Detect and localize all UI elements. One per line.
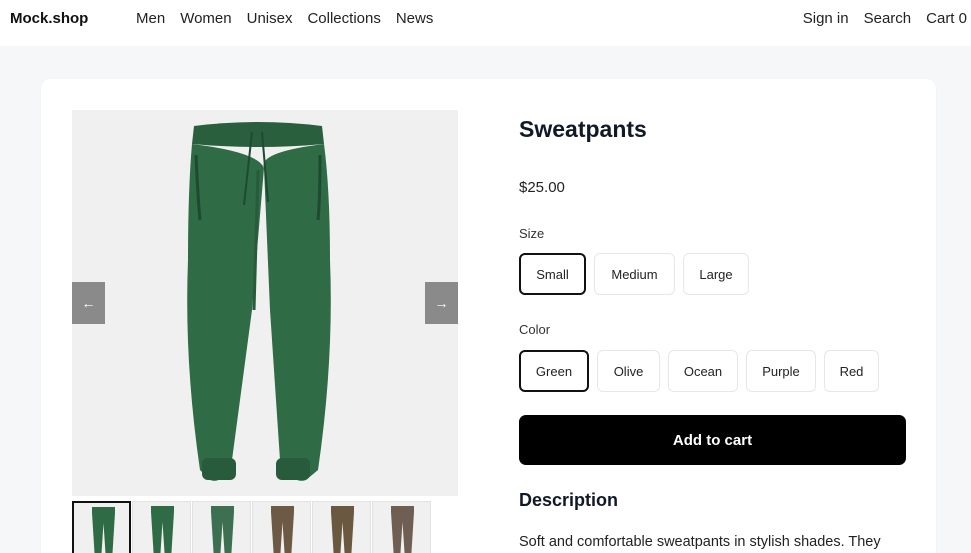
main-nav: Men Women Unisex Collections News <box>136 10 433 27</box>
thumbnail-4[interactable] <box>252 501 311 553</box>
product-image-gallery: ← → <box>72 110 458 496</box>
nav-link-news[interactable]: News <box>396 10 434 27</box>
thumbnail-2[interactable] <box>132 501 191 553</box>
thumbnail-1[interactable] <box>72 501 131 553</box>
thumbnail-pants-image <box>331 506 354 553</box>
nav-link-unisex[interactable]: Unisex <box>247 10 293 27</box>
size-options: Small Medium Large <box>519 253 749 295</box>
thumbnail-strip <box>72 501 431 553</box>
color-option-purple[interactable]: Purple <box>746 350 816 392</box>
nav-link-men[interactable]: Men <box>136 10 165 27</box>
nav-link-women[interactable]: Women <box>180 10 231 27</box>
nav-link-collections[interactable]: Collections <box>307 10 380 27</box>
cart-link[interactable]: Cart 0 <box>926 10 967 27</box>
color-option-olive[interactable]: Olive <box>597 350 660 392</box>
sign-in-link[interactable]: Sign in <box>803 10 849 27</box>
product-description: Soft and comfortable sweatpants in styli… <box>519 534 881 550</box>
add-to-cart-button[interactable]: Add to cart <box>519 415 906 465</box>
color-options: Green Olive Ocean Purple Red <box>519 350 879 392</box>
thumbnail-pants-image <box>151 506 174 553</box>
previous-image-button[interactable]: ← <box>72 282 105 324</box>
color-option-green[interactable]: Green <box>519 350 589 392</box>
size-label: Size <box>519 226 545 241</box>
sweatpants-image <box>187 122 331 481</box>
search-link[interactable]: Search <box>864 10 912 27</box>
thumbnail-pants-image <box>92 507 115 553</box>
color-label: Color <box>519 322 551 337</box>
brand-logo[interactable]: Mock.shop <box>10 10 88 27</box>
thumbnail-5[interactable] <box>312 501 371 553</box>
description-heading: Description <box>519 490 619 510</box>
header-actions: Sign in Search Cart 0 <box>803 10 967 27</box>
thumbnail-6[interactable] <box>372 501 431 553</box>
thumbnail-pants-image <box>391 506 414 553</box>
thumbnail-pants-image <box>211 506 234 553</box>
size-option-medium[interactable]: Medium <box>594 253 675 295</box>
product-title: Sweatpants <box>519 116 647 142</box>
color-option-red[interactable]: Red <box>824 350 879 392</box>
size-option-large[interactable]: Large <box>683 253 749 295</box>
product-price: $25.00 <box>519 179 565 196</box>
top-navigation-bar: Mock.shop Men Women Unisex Collections N… <box>0 0 971 46</box>
next-image-button[interactable]: → <box>425 282 458 324</box>
thumbnail-3[interactable] <box>192 501 251 553</box>
color-option-ocean[interactable]: Ocean <box>668 350 738 392</box>
size-option-small[interactable]: Small <box>519 253 586 295</box>
thumbnail-pants-image <box>271 506 294 553</box>
